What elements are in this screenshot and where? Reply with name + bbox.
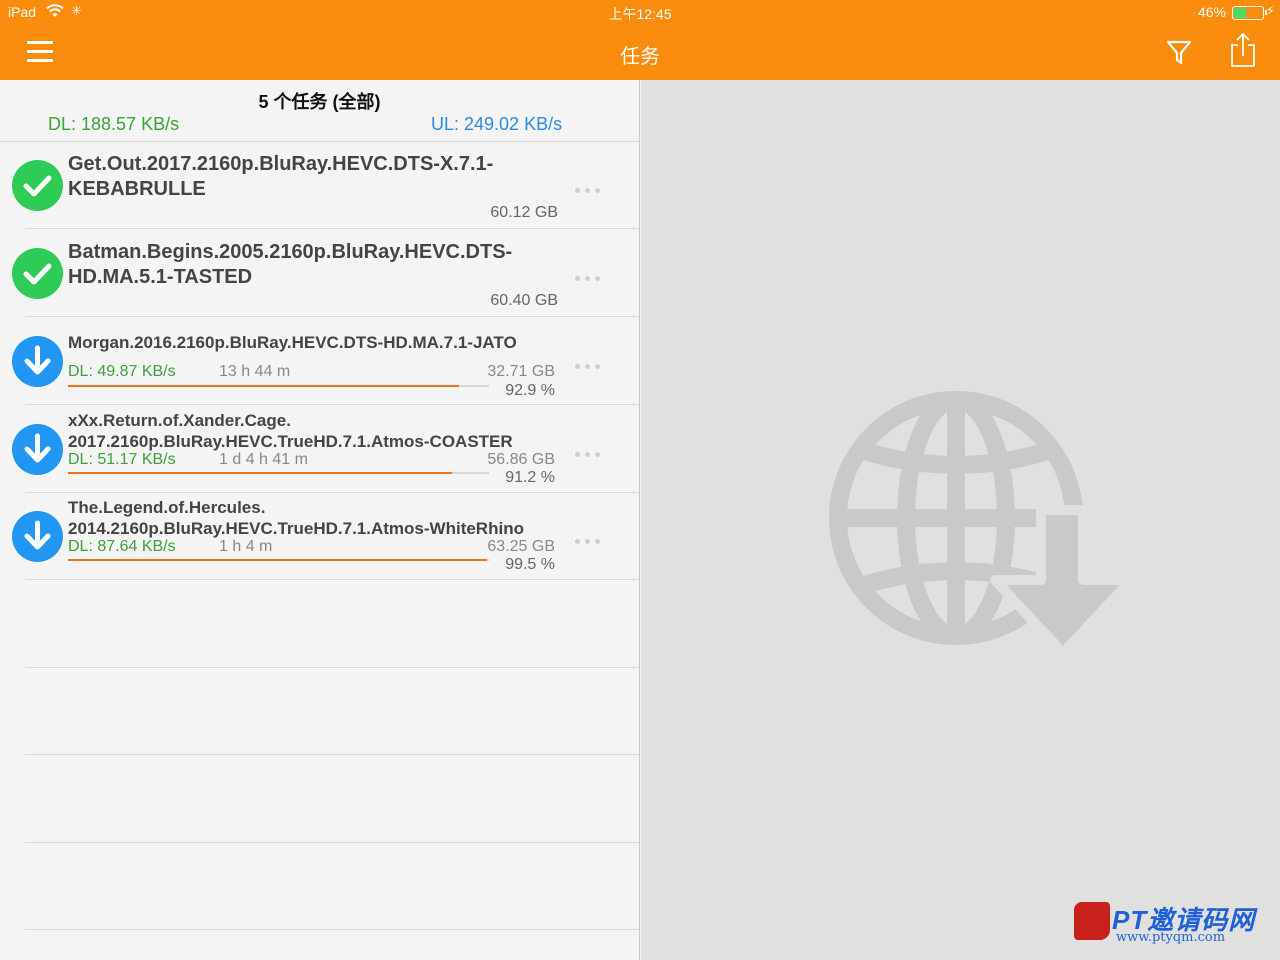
task-size: 60.12 GB — [490, 204, 558, 221]
battery-icon — [1232, 6, 1267, 20]
progress-fill — [68, 472, 452, 474]
task-download-speed: DL: 49.87 KB/s — [68, 363, 176, 380]
task-name: The.Legend.of.Hercules. 2014.2160p.BluRa… — [68, 497, 568, 539]
battery-percent: 46% — [1197, 4, 1226, 20]
completed-check-icon — [12, 248, 63, 299]
progress-percent: 99.5 % — [505, 556, 555, 573]
task-list-pane: 5 个任务 (全部) DL: 188.57 KB/s UL: 249.02 KB… — [0, 80, 640, 960]
progress-percent: 91.2 % — [505, 469, 555, 486]
task-eta: 1 h 4 m — [219, 538, 273, 555]
progress-bar — [68, 385, 489, 387]
battery-level — [1234, 8, 1247, 18]
more-options-icon[interactable] — [575, 268, 607, 281]
task-row[interactable]: Morgan.2016.2160p.BluRay.HEVC.DTS-HD.MA.… — [0, 318, 639, 405]
progress-bar — [68, 559, 489, 561]
list-separator — [25, 754, 639, 755]
site-watermark: PT邀请码网 www.ptyqm.com — [1074, 900, 1274, 948]
task-summary: 5 个任务 (全部) DL: 188.57 KB/s UL: 249.02 KB… — [0, 80, 639, 142]
task-eta: 1 d 4 h 41 m — [219, 451, 308, 468]
download-arrow-icon — [12, 511, 63, 562]
progress-bar — [68, 472, 489, 474]
progress-fill — [68, 385, 460, 387]
charging-icon: ⚡ — [1265, 3, 1275, 18]
progress-fill — [68, 559, 487, 561]
task-name-line1: Batman.Begins.2005.2160p.BluRay.HEVC.DTS… — [68, 241, 513, 263]
task-download-speed: DL: 87.64 KB/s — [68, 538, 176, 555]
task-name: Get.Out.2017.2160p.BluRay.HEVC.DTS-X.7.1… — [68, 152, 568, 202]
task-row[interactable]: Get.Out.2017.2160p.BluRay.HEVC.DTS-X.7.1… — [0, 142, 639, 229]
task-eta: 13 h 44 m — [219, 363, 291, 380]
task-name-line2: 2017.2160p.BluRay.HEVC.TrueHD.7.1.Atmos-… — [68, 432, 513, 451]
top-bar: iPad ✳ 上午12:45 46% ⚡ 任务 — [0, 0, 1280, 80]
status-time: 上午12:45 — [608, 6, 672, 22]
watermark-url: www.ptyqm.com — [1116, 930, 1226, 945]
total-upload-speed: UL: 249.02 KB/s — [431, 114, 563, 134]
task-name-line1: Morgan.2016.2160p.BluRay.HEVC.DTS-HD.MA.… — [68, 333, 517, 352]
share-icon[interactable] — [1228, 32, 1258, 68]
task-row[interactable]: The.Legend.of.Hercules. 2014.2160p.BluRa… — [0, 493, 639, 580]
list-separator — [25, 842, 639, 843]
task-row[interactable]: xXx.Return.of.Xander.Cage. 2017.2160p.Bl… — [0, 406, 639, 493]
task-name: Batman.Begins.2005.2160p.BluRay.HEVC.DTS… — [68, 240, 568, 290]
globe-download-icon — [821, 385, 1141, 658]
status-bar: iPad ✳ 上午12:45 46% ⚡ — [0, 0, 1280, 26]
task-name-line1: The.Legend.of.Hercules. — [68, 498, 266, 517]
download-arrow-icon — [12, 336, 63, 387]
task-size: 60.40 GB — [490, 292, 558, 309]
page-title: 任务 — [620, 46, 660, 68]
more-options-icon[interactable] — [575, 444, 607, 457]
task-name-line1: xXx.Return.of.Xander.Cage. — [68, 411, 291, 430]
task-name-line2: HD.MA.5.1-TASTED — [68, 266, 253, 288]
task-name-line2: 2014.2160p.BluRay.HEVC.TrueHD.7.1.Atmos-… — [68, 519, 524, 538]
navigation-bar: 任务 — [0, 26, 1280, 80]
progress-percent: 92.9 % — [505, 382, 555, 399]
list-separator — [25, 667, 639, 668]
more-options-icon[interactable] — [575, 180, 607, 193]
task-name-line1: Get.Out.2017.2160p.BluRay.HEVC.DTS-X.7.1… — [68, 153, 494, 175]
task-name: Morgan.2016.2160p.BluRay.HEVC.DTS-HD.MA.… — [68, 332, 568, 353]
completed-check-icon — [12, 160, 63, 211]
task-size: 56.86 GB — [487, 451, 555, 468]
list-separator — [25, 929, 639, 930]
task-row[interactable]: Batman.Begins.2005.2160p.BluRay.HEVC.DTS… — [0, 230, 639, 317]
download-arrow-icon — [12, 424, 63, 475]
task-download-speed: DL: 51.17 KB/s — [68, 451, 176, 468]
total-download-speed: DL: 188.57 KB/s — [48, 114, 180, 134]
more-options-icon[interactable] — [575, 531, 607, 544]
task-size: 32.71 GB — [487, 363, 555, 380]
task-name: xXx.Return.of.Xander.Cage. 2017.2160p.Bl… — [68, 410, 568, 452]
more-options-icon[interactable] — [575, 356, 607, 369]
task-count-label: 5 个任务 (全部) — [258, 92, 381, 112]
filter-icon[interactable] — [1165, 38, 1193, 66]
task-size: 63.25 GB — [487, 538, 555, 555]
watermark-seal-icon — [1074, 902, 1110, 940]
task-name-line2: KEBABRULLE — [68, 178, 206, 200]
detail-pane — [641, 80, 1280, 960]
